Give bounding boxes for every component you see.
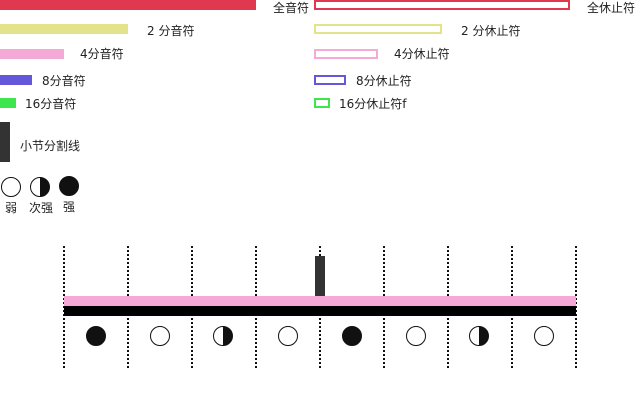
timeline-axis: [64, 306, 576, 316]
filled-circle-icon: [86, 326, 106, 346]
timeline: [0, 0, 640, 400]
quarter-note-track: [64, 296, 576, 306]
open-circle-icon: [406, 326, 426, 346]
half-filled-circle-icon: [213, 326, 233, 346]
open-circle-icon: [534, 326, 554, 346]
open-circle-icon: [278, 326, 298, 346]
open-circle-icon: [150, 326, 170, 346]
filled-circle-icon: [342, 326, 362, 346]
half-filled-circle-icon: [469, 326, 489, 346]
measure-barline: [315, 256, 325, 296]
